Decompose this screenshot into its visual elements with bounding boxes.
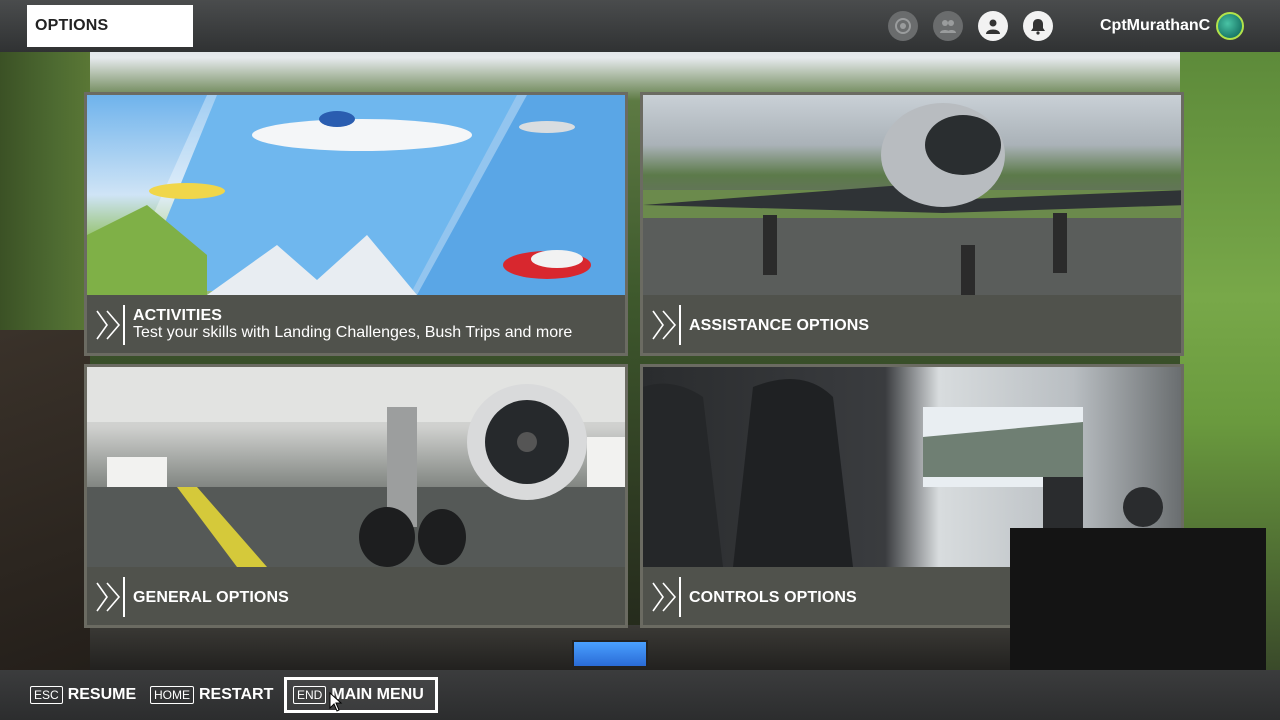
primary-flight-display: [572, 640, 648, 668]
restart-button[interactable]: HOME RESTART: [150, 677, 273, 713]
esc-key-hint: ESC: [30, 686, 63, 704]
general-title: GENERAL OPTIONS: [133, 589, 289, 606]
general-caption: GENERAL OPTIONS: [87, 567, 625, 625]
main-menu-button[interactable]: END MAIN MENU: [284, 677, 438, 713]
controls-title: CONTROLS OPTIONS: [689, 589, 857, 606]
assistance-title: ASSISTANCE OPTIONS: [689, 317, 870, 334]
cockpit-frame: [0, 330, 90, 670]
main-menu-label: MAIN MENU: [331, 686, 424, 703]
username[interactable]: CptMurathanC: [1100, 17, 1210, 35]
caption-divider: [679, 305, 681, 345]
page-title: OPTIONS: [27, 5, 193, 47]
general-options-tile[interactable]: GENERAL OPTIONS: [84, 364, 628, 628]
resume-button[interactable]: ESC RESUME: [30, 677, 136, 713]
assistance-image: [643, 95, 1181, 295]
restart-label: RESTART: [199, 686, 274, 703]
top-icons: [888, 11, 1053, 41]
resume-label: RESUME: [67, 686, 137, 703]
chevron-right-icon: [96, 582, 121, 612]
chevron-right-icon: [652, 310, 677, 340]
activities-image: [87, 95, 625, 295]
globe-avatar-icon[interactable]: [1216, 12, 1244, 40]
assistance-caption: ASSISTANCE OPTIONS: [643, 295, 1181, 353]
mouse-cursor-icon: [329, 692, 343, 712]
activities-title: ACTIVITIES: [133, 307, 223, 324]
instrument-panel: [90, 625, 1010, 670]
friends-icon[interactable]: [933, 11, 963, 41]
webcam-overlay: [1010, 528, 1266, 672]
home-key-hint: HOME: [150, 686, 194, 704]
end-key-hint: END: [293, 686, 327, 704]
general-image: [87, 367, 625, 567]
achievements-icon[interactable]: [888, 11, 918, 41]
chevron-right-icon: [96, 310, 121, 340]
activities-subtitle: Test your skills with Landing Challenges…: [133, 324, 573, 341]
bottom-bar: ESC RESUME HOME RESTART END MAIN MENU: [0, 670, 1280, 720]
top-bar: OPTIONS CptMurathanC: [0, 0, 1280, 52]
notifications-icon[interactable]: [1023, 11, 1053, 41]
activities-tile[interactable]: ACTIVITIES Test your skills with Landing…: [84, 92, 628, 356]
assistance-options-tile[interactable]: ASSISTANCE OPTIONS: [640, 92, 1184, 356]
activities-caption: ACTIVITIES Test your skills with Landing…: [87, 295, 625, 353]
chevron-right-icon: [652, 582, 677, 612]
caption-divider: [679, 577, 681, 617]
caption-divider: [123, 577, 125, 617]
caption-divider: [123, 305, 125, 345]
profile-icon[interactable]: [978, 11, 1008, 41]
